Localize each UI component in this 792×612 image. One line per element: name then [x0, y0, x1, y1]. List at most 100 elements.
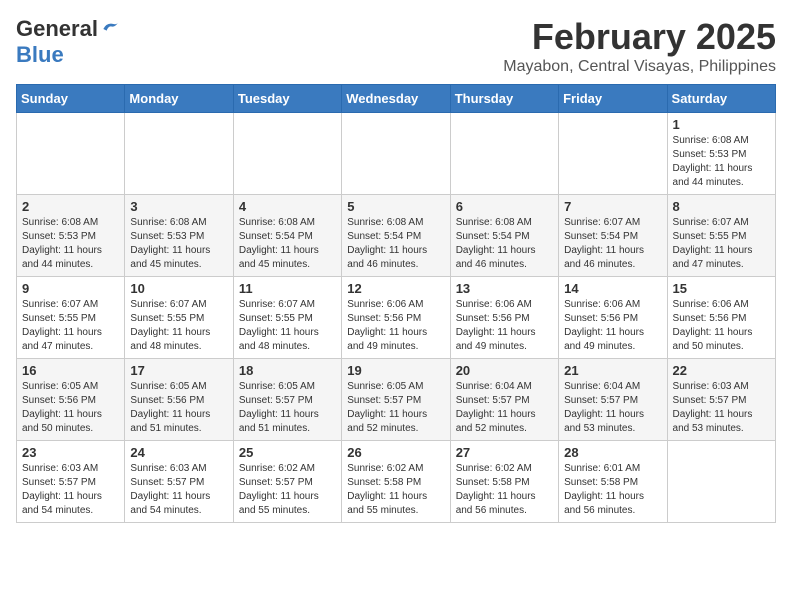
- day-number: 27: [456, 445, 553, 460]
- day-info: Sunrise: 6:08 AM Sunset: 5:53 PM Dayligh…: [673, 134, 770, 190]
- logo: General Blue: [16, 16, 120, 68]
- day-number: 19: [347, 363, 444, 378]
- day-of-week-header: Thursday: [450, 85, 558, 113]
- logo-general-text: General: [16, 16, 98, 42]
- day-number: 7: [564, 199, 661, 214]
- day-info: Sunrise: 6:07 AM Sunset: 5:55 PM Dayligh…: [22, 298, 119, 354]
- day-info: Sunrise: 6:06 AM Sunset: 5:56 PM Dayligh…: [456, 298, 553, 354]
- day-info: Sunrise: 6:02 AM Sunset: 5:57 PM Dayligh…: [239, 462, 336, 518]
- day-number: 5: [347, 199, 444, 214]
- calendar-cell: 28 Sunrise: 6:01 AM Sunset: 5:58 PM Dayli…: [559, 441, 667, 523]
- calendar-week-row: 1 Sunrise: 6:08 AM Sunset: 5:53 PM Daylig…: [17, 113, 776, 195]
- day-number: 20: [456, 363, 553, 378]
- calendar-cell: 23Sunrise: 6:03 AM Sunset: 5:57 PM Dayli…: [17, 441, 125, 523]
- calendar-cell: 3 Sunrise: 6:08 AM Sunset: 5:53 PM Daylig…: [125, 195, 233, 277]
- day-number: 18: [239, 363, 336, 378]
- day-info: Sunrise: 6:02 AM Sunset: 5:58 PM Dayligh…: [456, 462, 553, 518]
- calendar-cell: 1 Sunrise: 6:08 AM Sunset: 5:53 PM Daylig…: [667, 113, 775, 195]
- location-subtitle: Mayabon, Central Visayas, Philippines: [503, 58, 776, 76]
- day-info: Sunrise: 6:08 AM Sunset: 5:54 PM Dayligh…: [347, 216, 444, 272]
- calendar-cell: 25 Sunrise: 6:02 AM Sunset: 5:57 PM Dayli…: [233, 441, 341, 523]
- calendar-cell: 21Sunrise: 6:04 AM Sunset: 5:57 PM Dayli…: [559, 359, 667, 441]
- day-number: 4: [239, 199, 336, 214]
- day-number: 23: [22, 445, 119, 460]
- title-block: February 2025 Mayabon, Central Visayas, …: [503, 16, 776, 76]
- day-number: 24: [130, 445, 227, 460]
- day-number: 25: [239, 445, 336, 460]
- day-number: 11: [239, 281, 336, 296]
- calendar-cell: 18 Sunrise: 6:05 AM Sunset: 5:57 PM Dayli…: [233, 359, 341, 441]
- calendar-cell: 22 Sunrise: 6:03 AM Sunset: 5:57 PM Dayli…: [667, 359, 775, 441]
- day-number: 3: [130, 199, 227, 214]
- day-info: Sunrise: 6:07 AM Sunset: 5:55 PM Dayligh…: [673, 216, 770, 272]
- day-info: Sunrise: 6:06 AM Sunset: 5:56 PM Dayligh…: [564, 298, 661, 354]
- calendar-cell: 14 Sunrise: 6:06 AM Sunset: 5:56 PM Dayli…: [559, 277, 667, 359]
- calendar-cell: 2 Sunrise: 6:08 AM Sunset: 5:53 PM Daylig…: [17, 195, 125, 277]
- day-number: 8: [673, 199, 770, 214]
- calendar-cell: 16Sunrise: 6:05 AM Sunset: 5:56 PM Dayli…: [17, 359, 125, 441]
- day-info: Sunrise: 6:05 AM Sunset: 5:57 PM Dayligh…: [347, 380, 444, 436]
- calendar-cell: [17, 113, 125, 195]
- calendar-cell: 8 Sunrise: 6:07 AM Sunset: 5:55 PM Daylig…: [667, 195, 775, 277]
- page-header: General Blue February 2025 Mayabon, Cent…: [16, 16, 776, 76]
- day-number: 10: [130, 281, 227, 296]
- day-number: 6: [456, 199, 553, 214]
- day-of-week-header: Monday: [125, 85, 233, 113]
- day-info: Sunrise: 6:08 AM Sunset: 5:54 PM Dayligh…: [456, 216, 553, 272]
- day-number: 22: [673, 363, 770, 378]
- calendar-cell: 17 Sunrise: 6:05 AM Sunset: 5:56 PM Dayli…: [125, 359, 233, 441]
- day-of-week-header: Friday: [559, 85, 667, 113]
- calendar-cell: 15Sunrise: 6:06 AM Sunset: 5:56 PM Dayli…: [667, 277, 775, 359]
- calendar-week-row: 9 Sunrise: 6:07 AM Sunset: 5:55 PM Daylig…: [17, 277, 776, 359]
- day-info: Sunrise: 6:07 AM Sunset: 5:55 PM Dayligh…: [130, 298, 227, 354]
- calendar-header-row: SundayMondayTuesdayWednesdayThursdayFrid…: [17, 85, 776, 113]
- day-number: 26: [347, 445, 444, 460]
- day-info: Sunrise: 6:05 AM Sunset: 5:56 PM Dayligh…: [22, 380, 119, 436]
- calendar-cell: [667, 441, 775, 523]
- calendar-cell: [125, 113, 233, 195]
- calendar-cell: [450, 113, 558, 195]
- day-of-week-header: Sunday: [17, 85, 125, 113]
- calendar-cell: 5 Sunrise: 6:08 AM Sunset: 5:54 PM Daylig…: [342, 195, 450, 277]
- day-number: 13: [456, 281, 553, 296]
- calendar-week-row: 16Sunrise: 6:05 AM Sunset: 5:56 PM Dayli…: [17, 359, 776, 441]
- day-number: 28: [564, 445, 661, 460]
- calendar-cell: [559, 113, 667, 195]
- day-number: 15: [673, 281, 770, 296]
- calendar-cell: 6 Sunrise: 6:08 AM Sunset: 5:54 PM Daylig…: [450, 195, 558, 277]
- day-info: Sunrise: 6:05 AM Sunset: 5:56 PM Dayligh…: [130, 380, 227, 436]
- day-number: 14: [564, 281, 661, 296]
- day-info: Sunrise: 6:01 AM Sunset: 5:58 PM Dayligh…: [564, 462, 661, 518]
- day-number: 12: [347, 281, 444, 296]
- day-info: Sunrise: 6:02 AM Sunset: 5:58 PM Dayligh…: [347, 462, 444, 518]
- day-info: Sunrise: 6:05 AM Sunset: 5:57 PM Dayligh…: [239, 380, 336, 436]
- day-info: Sunrise: 6:03 AM Sunset: 5:57 PM Dayligh…: [130, 462, 227, 518]
- calendar-cell: 24 Sunrise: 6:03 AM Sunset: 5:57 PM Dayli…: [125, 441, 233, 523]
- logo-blue-text: Blue: [16, 42, 64, 68]
- day-of-week-header: Saturday: [667, 85, 775, 113]
- day-info: Sunrise: 6:06 AM Sunset: 5:56 PM Dayligh…: [347, 298, 444, 354]
- logo-bird-icon: [100, 19, 120, 39]
- calendar-cell: [233, 113, 341, 195]
- day-of-week-header: Tuesday: [233, 85, 341, 113]
- day-info: Sunrise: 6:04 AM Sunset: 5:57 PM Dayligh…: [456, 380, 553, 436]
- calendar-cell: 20 Sunrise: 6:04 AM Sunset: 5:57 PM Dayli…: [450, 359, 558, 441]
- day-of-week-header: Wednesday: [342, 85, 450, 113]
- calendar-cell: 7Sunrise: 6:07 AM Sunset: 5:54 PM Daylig…: [559, 195, 667, 277]
- calendar-cell: [342, 113, 450, 195]
- calendar-cell: 19 Sunrise: 6:05 AM Sunset: 5:57 PM Dayli…: [342, 359, 450, 441]
- calendar-cell: 4Sunrise: 6:08 AM Sunset: 5:54 PM Daylig…: [233, 195, 341, 277]
- day-number: 21: [564, 363, 661, 378]
- day-number: 2: [22, 199, 119, 214]
- day-info: Sunrise: 6:08 AM Sunset: 5:53 PM Dayligh…: [22, 216, 119, 272]
- calendar-table: SundayMondayTuesdayWednesdayThursdayFrid…: [16, 84, 776, 523]
- day-info: Sunrise: 6:08 AM Sunset: 5:53 PM Dayligh…: [130, 216, 227, 272]
- calendar-week-row: 23 Sunrise: 6:03 AM Sunset: 5:57 PM Dayli…: [17, 441, 776, 523]
- calendar-cell: 27 Sunrise: 6:02 AM Sunset: 5:58 PM Dayli…: [450, 441, 558, 523]
- day-number: 1: [673, 117, 770, 132]
- day-info: Sunrise: 6:07 AM Sunset: 5:55 PM Dayligh…: [239, 298, 336, 354]
- day-info: Sunrise: 6:03 AM Sunset: 5:57 PM Dayligh…: [673, 380, 770, 436]
- calendar-cell: 10 Sunrise: 6:07 AM Sunset: 5:55 PM Dayli…: [125, 277, 233, 359]
- day-number: 17: [130, 363, 227, 378]
- day-number: 9: [22, 281, 119, 296]
